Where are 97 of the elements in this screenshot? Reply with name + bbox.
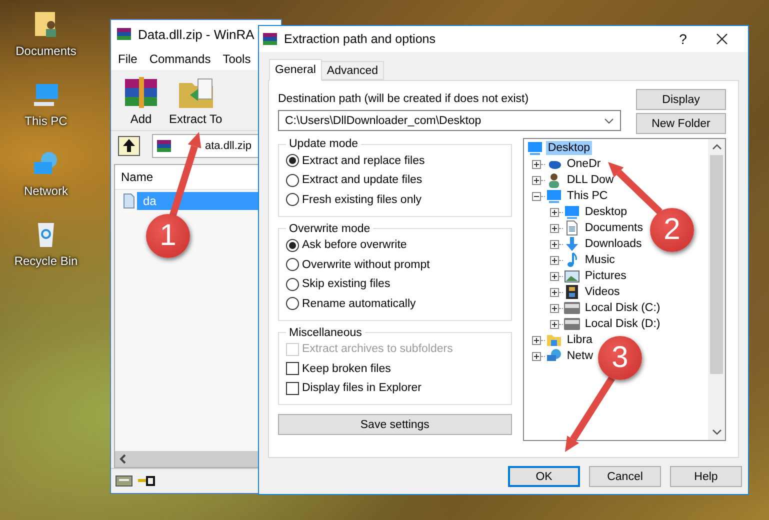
dialog-button[interactable]: Help [670,466,742,487]
checkbox[interactable] [286,382,299,395]
tree-item[interactable]: Documents [582,221,646,235]
expand-icon[interactable] [532,336,541,344]
expand-icon[interactable] [550,256,559,264]
expand-icon[interactable] [550,288,559,296]
option-label: Keep broken files [302,362,391,375]
books-icon [262,31,278,47]
option-label: Extract and update files [302,174,422,186]
chevron-left-icon[interactable] [118,454,128,464]
books-icon [156,138,172,154]
tree-item[interactable]: Pictures [582,269,628,283]
checkbox[interactable] [286,362,299,376]
radio-button[interactable] [286,238,299,252]
option-label: Extract and replace files [302,154,425,167]
file-name: da [142,193,156,210]
tree-item[interactable]: Local Disk (D:) [582,317,662,331]
chevron-down-icon[interactable] [712,429,722,435]
expand-icon[interactable] [532,160,541,168]
caret-icon [604,118,614,124]
menu-item[interactable]: Tools [216,50,257,68]
option-label: Rename automatically [302,298,416,310]
picture-icon [564,268,580,284]
desktop-icon-label: Documents [16,44,76,58]
group-title: Update mode [288,138,360,150]
expand-icon[interactable] [550,240,559,248]
radio-button[interactable] [286,258,299,272]
tree-item[interactable]: Libra [564,333,594,347]
radio-button[interactable] [286,297,299,310]
collapse-icon[interactable] [532,192,541,200]
expand-icon[interactable] [550,320,559,328]
monitor-icon [546,188,562,204]
tab[interactable]: Advanced [320,61,384,80]
option-label: Skip existing files [302,278,390,290]
dialog-button[interactable]: Cancel [589,466,661,487]
tree-item[interactable]: Desktop [546,141,592,155]
film-icon [564,284,580,300]
option-label: Extract archives to subfolders [302,343,453,356]
chevron-up-icon[interactable] [712,144,722,150]
group-title: Overwrite mode [288,222,372,234]
column-header[interactable]: Name [115,170,154,184]
toolbar-button[interactable]: Add [121,74,161,126]
group-title: Miscellaneous [288,326,363,338]
radio-button[interactable] [286,193,299,206]
help-button[interactable]: ? [668,31,698,47]
option-label: Overwrite without prompt [302,258,430,271]
desktop-icon-label: This PC [24,114,68,128]
download-icon [564,236,580,252]
desktop-icon-label: Recycle Bin [14,254,78,268]
tree-item[interactable]: Videos [582,285,622,299]
window-title: Extraction path and options [284,32,436,46]
menu-item[interactable]: File [112,50,144,68]
tree-item[interactable]: Music [582,253,617,267]
option-label: Fresh existing files only [302,194,422,206]
up-folder-icon[interactable] [118,136,140,156]
expand-icon[interactable] [550,272,559,280]
close-icon[interactable] [716,33,728,45]
key-icon [137,476,155,486]
expand-icon[interactable] [532,352,541,360]
toolbar-button[interactable]: Extract To [169,74,222,126]
menu-item[interactable]: Commands [143,50,217,68]
tree-item[interactable]: Desktop [582,205,630,219]
dialog-button[interactable]: New Folder [636,113,726,134]
folder-icon [546,332,562,348]
scrollbar[interactable] [708,139,725,440]
books-icon [116,26,132,42]
path-dropdown[interactable]: C:\Users\DllDownloader_com\Desktop [278,110,621,131]
desktop-icon-label: Network [24,184,68,198]
radio-button[interactable] [286,174,299,187]
monitor-icon [526,140,543,156]
tab[interactable]: General [269,59,322,81]
tree-item[interactable]: Downloads [582,237,644,251]
option-label: Ask before overwrite [302,239,407,252]
expand-icon[interactable] [532,176,541,184]
tree-item[interactable]: OneDr [564,157,603,171]
option-label: Display files in Explorer [302,382,422,394]
tree-item[interactable]: DLL Dow [564,173,616,187]
drive-icon [564,316,580,332]
radio-button[interactable] [286,278,299,291]
expand-icon[interactable] [550,208,559,216]
monitor-icon [564,204,580,220]
tree-item[interactable]: Local Disk (C:) [582,301,662,315]
window-title: Data.dll.zip - WinRA [138,26,254,42]
field-label: Destination path (will be created if does not exist) [278,93,530,105]
dialog-button[interactable]: OK [508,466,580,487]
radio-button[interactable] [286,154,299,168]
drive-icon [115,475,133,487]
tree-item[interactable]: Netw [564,349,596,363]
tree-item[interactable]: This PC [564,189,610,203]
expand-icon[interactable] [550,304,559,312]
document-icon [564,220,580,236]
save-settings-button[interactable]: Save settings [278,414,512,435]
file-icon [121,193,137,209]
drive-icon [564,300,580,316]
network-icon [546,348,562,364]
dialog-button[interactable]: Display [636,89,726,110]
expand-icon[interactable] [550,224,559,232]
